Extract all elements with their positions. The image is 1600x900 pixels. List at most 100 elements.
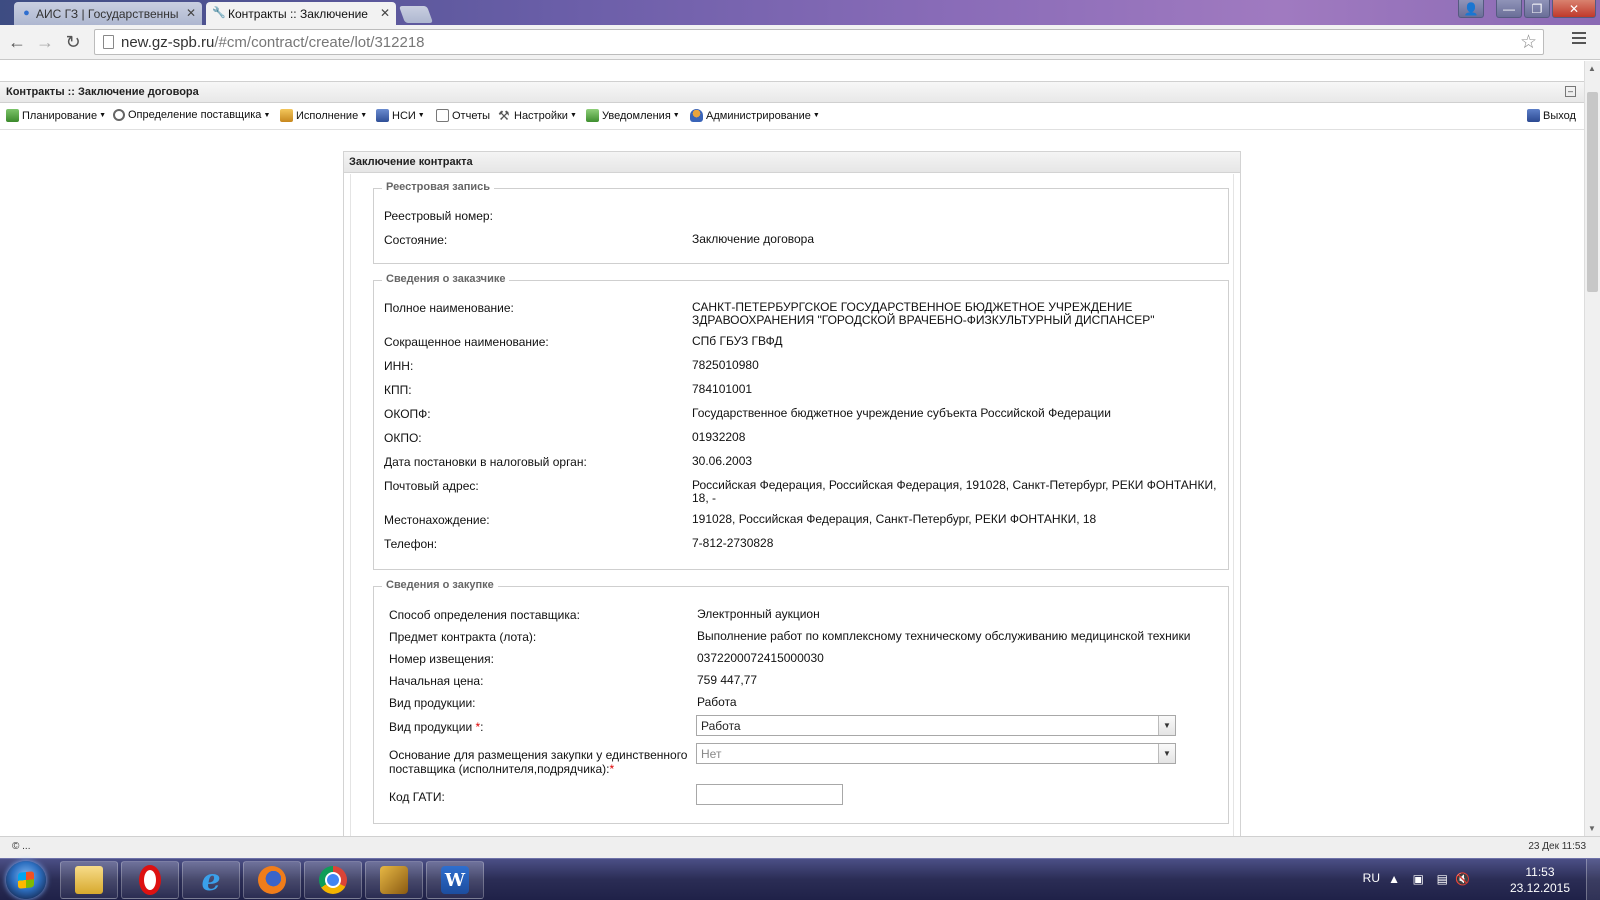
browser-tab-strip: ● АИС ГЗ | Государственны ✕ 🔧 Контракты … (0, 0, 1600, 25)
registry-fieldset: Реестровая запись Реестровый номер: Сост… (373, 181, 1229, 264)
basis-select[interactable]: Нет ▼ (696, 743, 1176, 764)
menu-supplier-determination[interactable]: Определение поставщика ▼ (113, 109, 270, 121)
volume-muted-icon[interactable]: 🔇 (1455, 872, 1470, 886)
menu-label: Уведомления (602, 109, 671, 122)
label-colon: : (480, 720, 484, 734)
collapse-icon[interactable]: – (1565, 86, 1576, 97)
app-titlebar: Контракты :: Заключение договора – (0, 81, 1584, 103)
close-icon[interactable]: ✕ (186, 6, 196, 20)
menu-notifications[interactable]: Уведомления ▼ (586, 109, 680, 122)
menu-administration[interactable]: Администрирование ▼ (690, 109, 820, 122)
clock-time: 11:53 (1525, 865, 1555, 879)
language-indicator[interactable]: RU (1363, 871, 1380, 885)
required-mark: * (609, 762, 615, 776)
menu-nsi[interactable]: НСИ ▼ (376, 109, 425, 122)
scrollbar-thumb[interactable] (1587, 92, 1598, 292)
taskbar-firefox[interactable] (243, 861, 301, 899)
menu-planning[interactable]: Планирование ▼ (6, 109, 106, 122)
field-label: Начальная цена: (389, 674, 484, 688)
scroll-up-icon[interactable]: ▲ (1588, 64, 1596, 73)
reload-icon[interactable]: ↻ (62, 31, 84, 53)
field-value: СПб ГБУЗ ГВФД (692, 334, 783, 348)
notification-icon (586, 109, 599, 122)
start-button[interactable] (6, 861, 46, 899)
show-desktop-button[interactable] (1586, 859, 1600, 900)
scroll-down-icon[interactable]: ▼ (1588, 824, 1596, 833)
menu-label: Администрирование (706, 109, 811, 122)
exit-icon (1527, 109, 1540, 122)
menu-reports[interactable]: Отчеты (436, 109, 490, 122)
field-value: 191028, Российская Федерация, Санкт-Пете… (692, 512, 1097, 526)
new-tab-button[interactable] (398, 6, 434, 23)
browser-tab-contracts[interactable]: 🔧 Контракты :: Заключение ✕ (206, 2, 396, 25)
product-type-select[interactable]: Работа ▼ (696, 715, 1176, 736)
chevron-down-icon[interactable]: ▼ (1158, 716, 1175, 735)
browser-menu-icon[interactable] (1572, 32, 1586, 47)
books-icon (380, 866, 408, 894)
chevron-down-icon[interactable]: ▼ (1158, 744, 1175, 763)
field-label: Вид продукции *: (389, 720, 689, 734)
label-text: Основание для размещения закупки у единс… (389, 748, 688, 776)
forward-arrow-icon[interactable]: → (34, 31, 56, 53)
url-host: new.gz-spb.ru (121, 34, 215, 51)
address-bar[interactable]: new.gz-spb.ru/#cm/contract/create/lot/31… (94, 29, 1544, 55)
form-panel-header: Заключение контракта (344, 152, 1240, 173)
show-hidden-icons[interactable]: ▲ (1388, 872, 1400, 886)
wrench-icon: 🔧 (212, 7, 226, 19)
taskbar-explorer[interactable] (60, 861, 118, 899)
menu-label: Исполнение (296, 109, 359, 122)
back-arrow-icon[interactable]: ← (6, 31, 28, 53)
app-viewport: Контракты :: Заключение договора – Плани… (0, 61, 1584, 842)
taskbar-ie[interactable]: e (182, 861, 240, 899)
restore-button[interactable]: ❐ (1524, 0, 1550, 18)
network-icon[interactable]: ▤ (1437, 872, 1448, 886)
taskbar-clock[interactable]: 11:53 23.12.2015 (1510, 864, 1570, 896)
field-value: 759 447,77 (697, 673, 758, 687)
field-value: САНКТ-ПЕТЕРБУРГСКОЕ ГОСУДАРСТВЕННОЕ БЮДЖ… (692, 300, 1155, 327)
browser-tab-ais[interactable]: ● АИС ГЗ | Государственны ✕ (14, 2, 202, 25)
tab-title: Контракты :: Заключение (228, 6, 368, 21)
minimize-button[interactable]: — (1496, 0, 1522, 18)
windows-taskbar: e W RU ▲ ▣ ▤ 🔇 11:53 23.12.2015 (0, 858, 1600, 900)
url-text[interactable]: new.gz-spb.ru/#cm/contract/create/lot/31… (121, 34, 425, 51)
wrench-icon: ⚒ (498, 108, 510, 123)
menu-execution[interactable]: Исполнение ▼ (280, 109, 367, 122)
close-window-button[interactable]: ✕ (1552, 0, 1596, 18)
field-label: Телефон: (384, 537, 438, 551)
profile-icon[interactable]: 👤 (1458, 0, 1484, 18)
window-controls: 👤 — ❐ ✕ (1458, 0, 1596, 18)
taskbar-chrome[interactable] (304, 861, 362, 899)
customer-fieldset: Сведения о заказчике Полное наименование… (373, 273, 1229, 570)
close-icon[interactable]: ✕ (380, 6, 390, 20)
exit-button[interactable]: Выход (1527, 109, 1576, 122)
menu-label: Отчеты (452, 109, 491, 122)
field-label: Состояние: (384, 233, 448, 247)
field-value: Электронный аукцион (697, 607, 820, 621)
field-label: ИНН: (384, 359, 414, 373)
field-value: Российская Федерация, Российская Федерац… (692, 478, 1217, 505)
chrome-icon (319, 866, 347, 894)
field-label: Реестровый номер: (384, 209, 493, 223)
gati-code-input[interactable] (696, 784, 843, 805)
bookmark-star-icon[interactable]: ☆ (1520, 31, 1537, 54)
menu-settings[interactable]: ⚒ Настройки ▼ (498, 109, 577, 122)
field-value: 01932208 (692, 430, 746, 444)
field-label: Способ определения поставщика: (389, 608, 580, 622)
taskbar-word[interactable]: W (426, 861, 484, 899)
procurement-fieldset: Сведения о закупке Способ определения по… (373, 579, 1229, 824)
field-label: Почтовый адрес: (384, 479, 479, 493)
field-label: КПП: (384, 383, 412, 397)
folder-icon (75, 866, 103, 894)
field-value: 30.06.2003 (692, 454, 753, 468)
tab-title: АИС ГЗ | Государственны (36, 6, 179, 21)
taskbar-opera[interactable] (121, 861, 179, 899)
device-icon[interactable]: ▣ (1413, 872, 1424, 886)
report-icon (436, 109, 449, 122)
dropdown-arrow-icon: ▼ (812, 112, 820, 119)
vertical-scrollbar[interactable]: ▲ ▼ (1584, 61, 1600, 836)
field-label: Дата постановки в налоговый орган: (384, 455, 587, 469)
book-icon (376, 109, 389, 122)
taskbar-books[interactable] (365, 861, 423, 899)
firefox-icon (258, 866, 286, 894)
main-menu: Планирование ▼ Определение поставщика ▼ Ис… (0, 104, 1584, 130)
